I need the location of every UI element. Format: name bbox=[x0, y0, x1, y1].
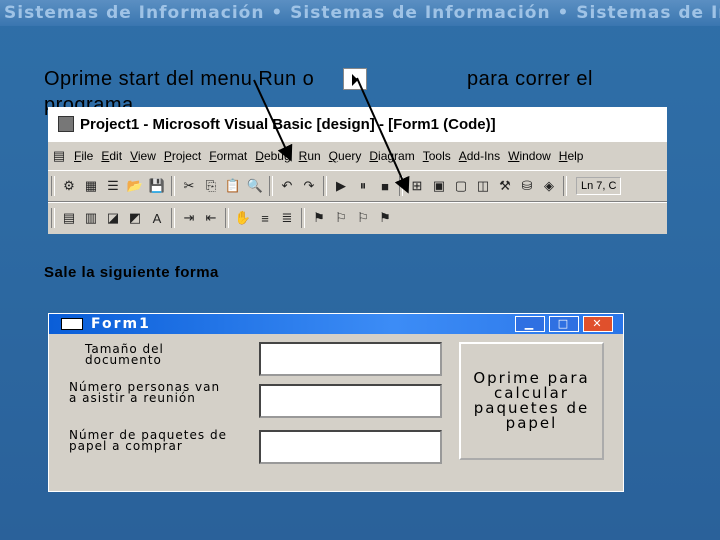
people-count-field[interactable] bbox=[259, 384, 442, 418]
paper-packages-field[interactable] bbox=[259, 430, 442, 464]
calculate-button[interactable]: Oprime para calcular paquetes de papel bbox=[459, 342, 604, 460]
arrow-to-run-menu bbox=[253, 79, 293, 162]
form1-titlebar: Form1 ▁ □ ✕ bbox=[49, 314, 623, 334]
label-people-count: Número personas van a asistir a reunión bbox=[69, 380, 221, 405]
form1-window: Form1 ▁ □ ✕ Tamaño del documento Número … bbox=[48, 313, 624, 492]
subheading: Sale la siguiente forma bbox=[44, 264, 219, 281]
close-button[interactable]: ✕ bbox=[583, 316, 613, 332]
label-paper-packages: Númer de paquetes de papel a comprar bbox=[69, 428, 227, 453]
form-icon bbox=[61, 318, 83, 330]
form1-title: Form1 bbox=[91, 316, 151, 332]
arrow-to-start-button bbox=[356, 77, 410, 194]
minimize-button[interactable]: ▁ bbox=[515, 316, 545, 332]
label-document-size: Tamaño del documento bbox=[85, 342, 164, 367]
maximize-button[interactable]: □ bbox=[549, 316, 579, 332]
document-size-field[interactable] bbox=[259, 342, 442, 376]
